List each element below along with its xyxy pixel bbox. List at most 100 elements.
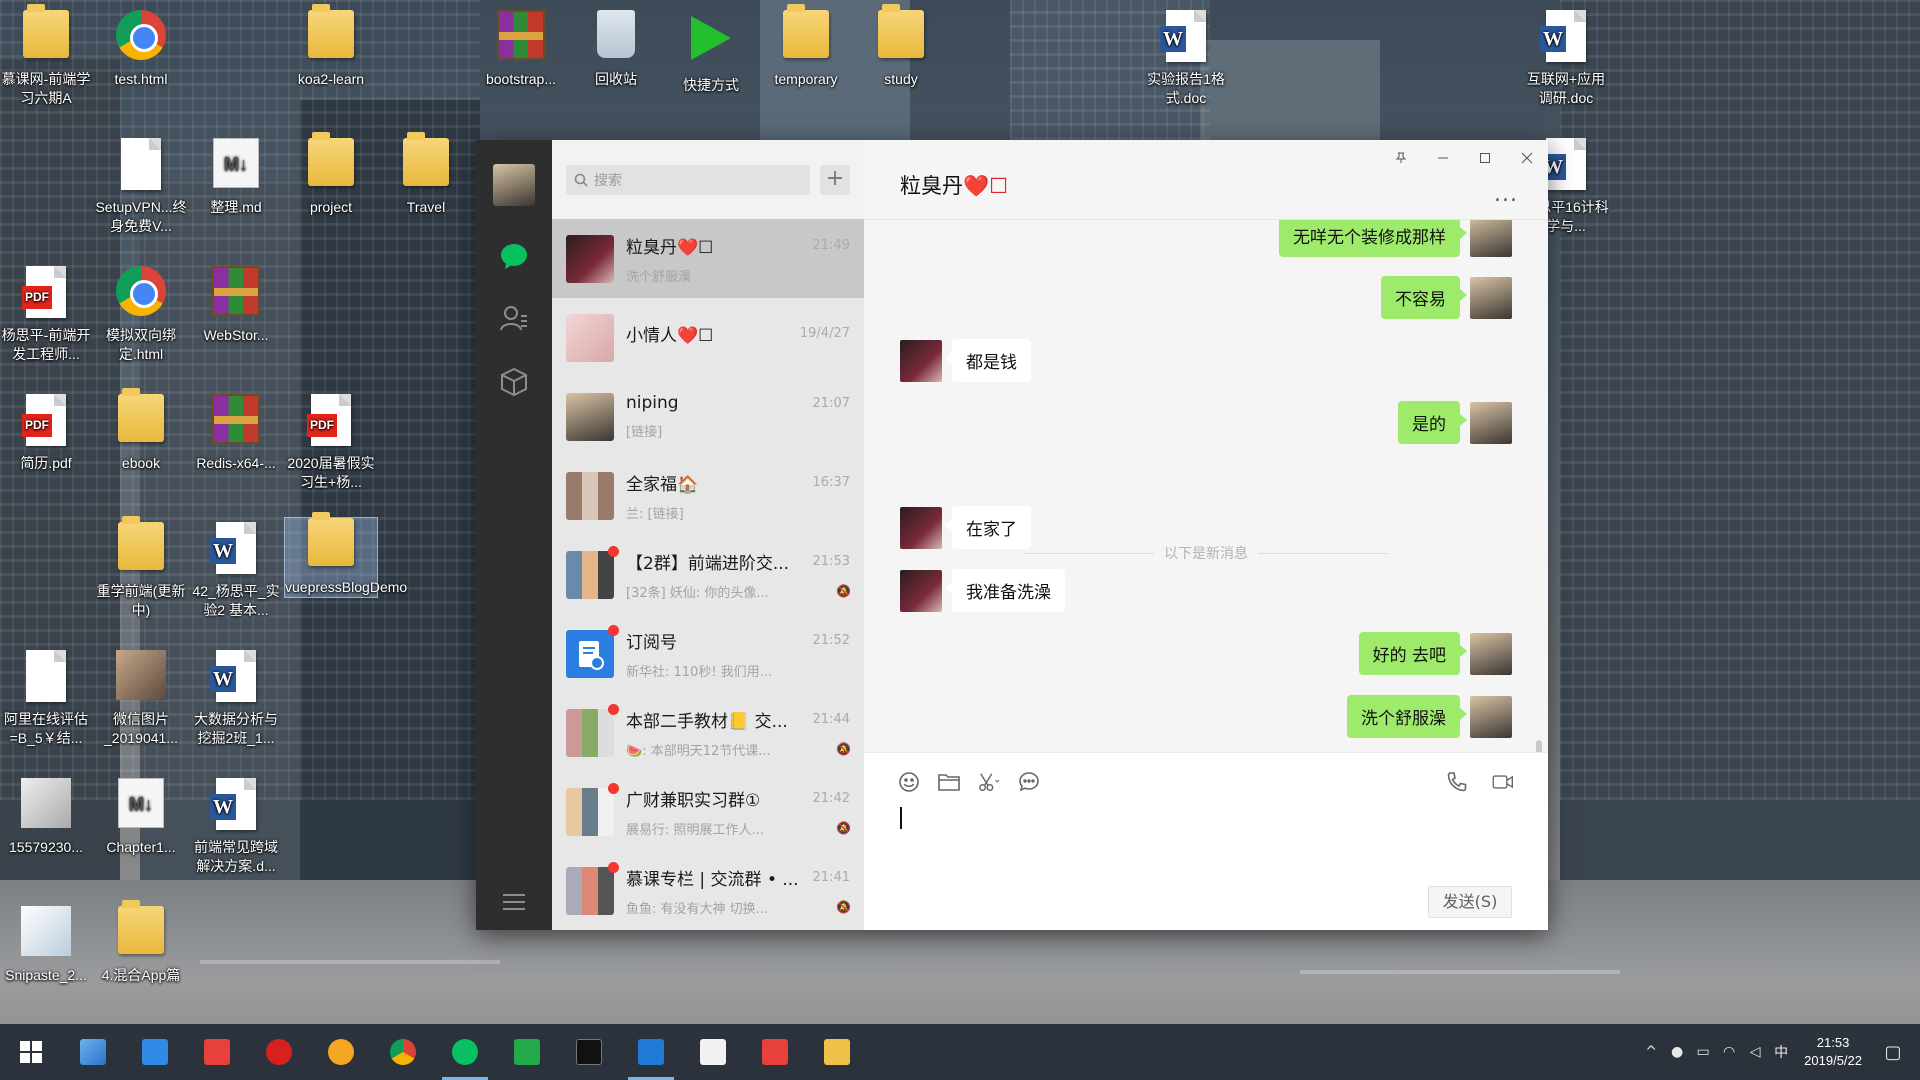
send-file-icon[interactable]	[938, 771, 960, 793]
screenshot-icon[interactable]	[978, 771, 1000, 793]
search-input[interactable]: 搜索	[566, 164, 810, 195]
message-bubble[interactable]: 不容易	[1381, 276, 1467, 319]
message-scrollbar[interactable]	[1536, 740, 1542, 752]
qq-icon[interactable]: ●	[1664, 1044, 1690, 1060]
chat-history-icon[interactable]	[1018, 771, 1040, 793]
desktop-icon-folder[interactable]: project	[285, 132, 377, 217]
desktop-icon-markdown[interactable]: M↓ 整理.md	[190, 138, 282, 217]
chat-list-item[interactable]: 粒臭丹❤️☐ 21:49 洗个舒服澡	[552, 219, 864, 298]
desktop-icon-markdown[interactable]: M↓ Chapter1...	[95, 778, 187, 857]
emoji-icon[interactable]	[898, 771, 920, 793]
desktop-icon-folder[interactable]: temporary	[760, 4, 852, 89]
taskbar-app-xmind2-icon[interactable]	[744, 1024, 806, 1080]
show-hidden-icons-icon[interactable]: ^	[1638, 1044, 1664, 1060]
message-bubble[interactable]: 我准备洗澡	[945, 569, 1065, 612]
desktop-icon-folder[interactable]: 慕课网-前端学习六期A	[0, 4, 92, 108]
chats-nav-icon[interactable]	[476, 236, 552, 276]
desktop-icon-archive[interactable]: WebStor...	[190, 266, 282, 345]
contact-message-avatar[interactable]	[900, 339, 942, 382]
chat-list-item[interactable]: 订阅号 21:52 新华社: 110秒! 我们用...	[552, 614, 864, 693]
desktop-icon-file[interactable]: SetupVPN...终身免费V...	[95, 138, 187, 236]
my-message-avatar[interactable]	[1470, 220, 1512, 257]
my-message-avatar[interactable]	[1470, 695, 1512, 738]
maximize-button[interactable]	[1464, 140, 1506, 176]
video-call-icon[interactable]	[1492, 771, 1514, 793]
wifi-icon[interactable]: ◠	[1716, 1044, 1742, 1060]
message-bubble[interactable]: 都是钱	[945, 339, 1031, 382]
taskbar-app-bird-icon[interactable]	[124, 1024, 186, 1080]
chat-list-item[interactable]: 【2群】前端进阶交... 21:53 [32条] 妖仙: 你的头像... 🔕	[552, 535, 864, 614]
taskbar-app-explorer-icon[interactable]	[62, 1024, 124, 1080]
chat-list-item[interactable]: 本部二手教材📒 交... 21:44 🍉: 本部明天12节代课... 🔕	[552, 693, 864, 772]
desktop-icon-word[interactable]: W 实验报告1格式.doc	[1140, 10, 1232, 108]
taskbar-app-typora-icon[interactable]	[682, 1024, 744, 1080]
desktop-icon-word[interactable]: W 42_杨思平_实验2 基本...	[190, 522, 282, 620]
taskbar-app-xmind-icon[interactable]	[186, 1024, 248, 1080]
desktop-icon-pdf[interactable]: PDF 杨思平-前端开发工程师...	[0, 266, 92, 364]
message-bubble[interactable]: 是的	[1398, 401, 1467, 444]
start-group-chat-button[interactable]: +	[820, 164, 850, 195]
text-input-caret[interactable]	[900, 807, 902, 829]
desktop-icon-folder[interactable]: 重学前端(更新中)	[95, 516, 187, 620]
message-bubble[interactable]: 洗个舒服澡	[1347, 695, 1467, 738]
desktop-icon-image[interactable]: 微信图片_2019041...	[95, 650, 187, 748]
chat-list-item[interactable]: 全家福🏠 16:37 兰: [链接]	[552, 456, 864, 535]
chat-list-item[interactable]: 慕课专栏 | 交流群 • ... 21:41 鱼鱼: 有没有大神 切换... 🔕	[552, 851, 864, 930]
menu-icon[interactable]	[476, 882, 552, 922]
desktop-icon-shortcut[interactable]: 快捷方式	[665, 10, 757, 95]
desktop-icon-file[interactable]: 阿里在线评估=B_5￥结...	[0, 650, 92, 748]
desktop-icon-archive[interactable]: Redis-x64-...	[190, 394, 282, 473]
taskbar-app-wechat-icon[interactable]	[434, 1024, 496, 1080]
my-message-avatar[interactable]	[1470, 401, 1512, 444]
taskbar-app-green-icon[interactable]	[496, 1024, 558, 1080]
send-button[interactable]: 发送(S)	[1428, 886, 1512, 918]
battery-icon[interactable]: ▭	[1690, 1044, 1716, 1060]
notification-center-icon[interactable]: ▢	[1880, 1042, 1906, 1063]
desktop-icon-pdf[interactable]: PDF 2020届暑假实习生+杨...	[285, 394, 377, 492]
desktop-icon-folder[interactable]: koa2-learn	[285, 4, 377, 89]
taskbar-app-chrome-icon[interactable]	[372, 1024, 434, 1080]
chat-list-item[interactable]: 小情人❤️☐ 19/4/27	[552, 298, 864, 377]
favorites-nav-icon[interactable]	[476, 362, 552, 402]
voice-call-icon[interactable]	[1446, 771, 1468, 793]
desktop-icon-recycle-bin[interactable]: 回收站	[570, 10, 662, 89]
desktop-icon-archive[interactable]: bootstrap...	[475, 10, 567, 89]
desktop-icon-folder[interactable]: vuepressBlogDemo	[284, 512, 407, 598]
taskbar-app-folder-icon[interactable]	[806, 1024, 868, 1080]
my-message-avatar[interactable]	[1470, 276, 1512, 319]
taskbar-app-vscode-icon[interactable]	[620, 1024, 682, 1080]
taskbar-app-netease-music-icon[interactable]	[248, 1024, 310, 1080]
desktop-icon-html[interactable]: 模拟双向绑定.html	[95, 266, 187, 364]
message-bubble[interactable]: 好的 去吧	[1358, 632, 1468, 675]
close-button[interactable]	[1506, 140, 1548, 176]
volume-icon[interactable]: ◁	[1742, 1044, 1768, 1060]
my-message-avatar[interactable]	[1470, 632, 1512, 675]
my-avatar[interactable]	[493, 164, 535, 206]
taskbar-app-orange-icon[interactable]	[310, 1024, 372, 1080]
desktop-icon-word[interactable]: W 前端常见跨域解决方案.d...	[190, 778, 282, 876]
chat-list-item[interactable]: niping 21:07 [链接]	[552, 377, 864, 456]
desktop-icon-image[interactable]: Snipaste_2...	[0, 906, 92, 985]
desktop-icon-pdf[interactable]: PDF 简历.pdf	[0, 394, 92, 473]
desktop-icon-folder[interactable]: study	[855, 4, 947, 89]
start-button[interactable]	[0, 1024, 62, 1080]
taskbar-app-terminal-icon[interactable]	[558, 1024, 620, 1080]
system-clock[interactable]: 21:53 2019/5/22	[1804, 1034, 1862, 1070]
message-bubble[interactable]: 无咩无个装修成那样	[1279, 220, 1467, 257]
contacts-nav-icon[interactable]	[476, 298, 552, 338]
desktop-icon-image[interactable]: 15579230...	[0, 778, 92, 857]
contact-message-avatar[interactable]	[900, 506, 942, 549]
desktop-icon-html[interactable]: test.html	[95, 10, 187, 89]
desktop-icon-folder[interactable]: Travel	[380, 132, 472, 217]
input-method-indicator[interactable]: 中	[1768, 1042, 1794, 1062]
desktop-icon-word[interactable]: W 大数据分析与挖掘2班_1...	[190, 650, 282, 748]
desktop-icon-folder[interactable]: ebook	[95, 388, 187, 473]
desktop-icon-folder[interactable]: 4.混合App篇	[95, 900, 187, 985]
more-options-button[interactable]: ...	[1494, 182, 1518, 207]
minimize-button[interactable]	[1422, 140, 1464, 176]
pin-window-icon[interactable]	[1380, 140, 1422, 176]
message-bubble[interactable]: 在家了	[945, 506, 1031, 549]
contact-message-avatar[interactable]	[900, 569, 942, 612]
chat-list-item[interactable]: 广财兼职实习群① 21:42 展易行: 照明展工作人... 🔕	[552, 772, 864, 851]
desktop-icon-word[interactable]: W 互联网+应用调研.doc	[1520, 10, 1612, 108]
